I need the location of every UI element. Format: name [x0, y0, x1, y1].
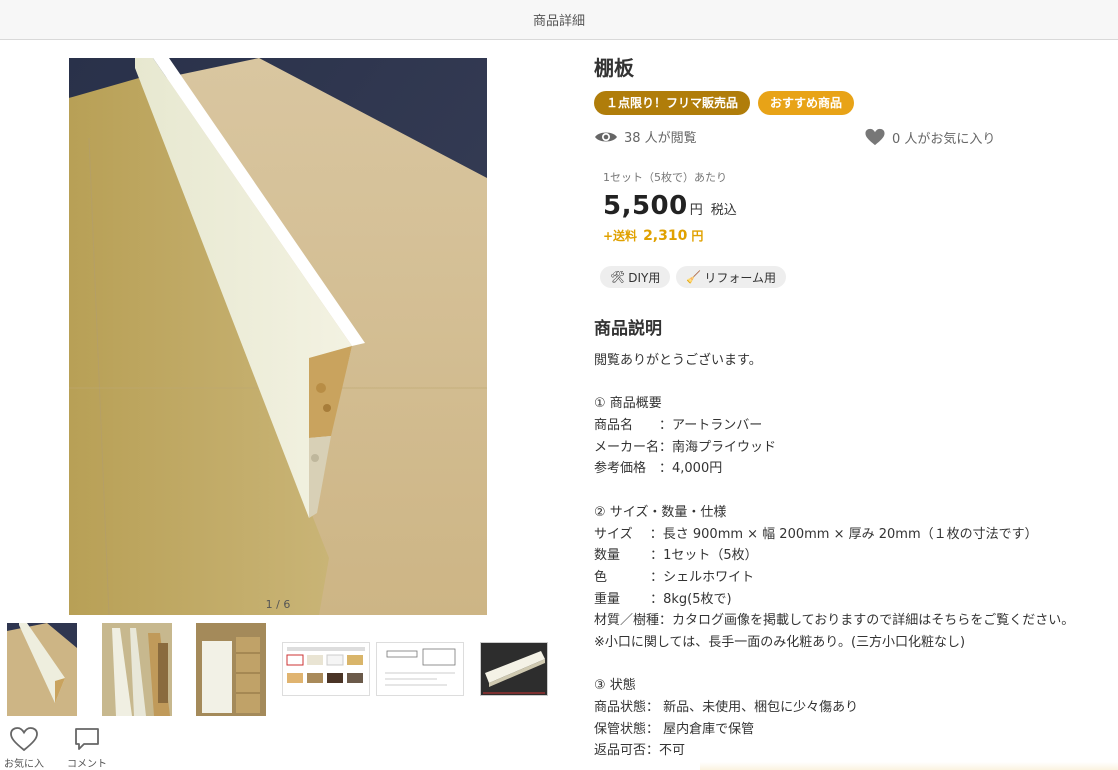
broom-icon: 🧹 [686, 270, 702, 284]
tag-diy[interactable]: 🛠 DIY用 [600, 266, 671, 288]
favorite-button[interactable]: お気に入り [0, 726, 48, 770]
description-line: 保管状態： 屋内倉庫で保管 [594, 721, 755, 737]
heart-icon [865, 128, 885, 146]
thumbnail-4[interactable] [282, 642, 370, 696]
description-heading: 商品説明 [594, 319, 662, 339]
description-line: ※小口に関しては、長手一面のみ化粧あり。(三方小口化粧なし) [594, 634, 966, 650]
thumbnail-strip [0, 620, 560, 720]
recommended-badge: おすすめ商品 [758, 91, 855, 115]
description-line: 材質／樹種：カタログ画像を掲載しておりますので詳細はそちらをご覧ください。 [594, 613, 1075, 629]
description-line: 返品可否：不可 [594, 743, 686, 759]
view-count: 38 人が閲覧 [594, 127, 697, 146]
description-line: ③ 状態 [594, 678, 636, 694]
description-line: 商品名 ：アートランバー [594, 418, 763, 434]
action-bar: お気に入り コメント [0, 722, 130, 770]
description-line: サイズ ：長さ 900mm × 幅 200mm × 厚み 20mm（１枚の寸法で… [594, 526, 1038, 542]
tag-reform-label: リフォーム用 [704, 270, 776, 285]
price-unit: 1セット（5枚で）あたり [603, 171, 727, 184]
description-line: メーカー名：南海プライウッド [594, 439, 777, 455]
shipping-label: +送料 [603, 229, 638, 243]
page-header-title: 商品詳細 [532, 14, 585, 29]
price-line: 5,500 円 税込 [603, 191, 1118, 221]
shipping-amount: 2,310 [643, 228, 688, 244]
description-line: 商品状態： 新品、未使用、梱包に少々傷あり [594, 700, 859, 715]
badge-group: １点限り！フリマ販売品 おすすめ商品 [594, 91, 1118, 115]
main-product-image[interactable]: 1 / 6 [69, 58, 487, 615]
thumbnail-1[interactable] [7, 623, 77, 716]
tax-label: 税込 [710, 203, 737, 218]
description-line [594, 654, 1118, 676]
shipping-currency: 円 [691, 229, 704, 243]
tag-reform[interactable]: 🧹 リフォーム用 [676, 266, 786, 288]
limited-badge: １点限り！フリマ販売品 [594, 91, 751, 115]
comment-icon [75, 728, 99, 750]
favorite-label: お気に入り [4, 759, 44, 770]
comment-label: コメント [67, 759, 107, 770]
thumbnail-5[interactable] [376, 642, 464, 696]
tag-diy-label: DIY用 [628, 270, 661, 285]
bottom-bar-edge [700, 762, 1118, 770]
description-line: 数量 ：1セット（5枚） [594, 548, 758, 564]
description-line [594, 480, 1118, 502]
description-line: 参考価格 ：4,000円 [594, 461, 723, 477]
stats-row: 38 人が閲覧 0 人がお気に入り [594, 127, 1118, 151]
price-currency: 円 [689, 203, 703, 218]
image-counter: 1 / 6 [265, 598, 291, 611]
product-title: 棚板 [594, 56, 634, 80]
price-box: 1セット（5枚で）あたり 5,500 円 税込 +送料 2,310 円 [594, 169, 1118, 244]
shipping-fee: +送料 2,310 円 [603, 227, 1118, 244]
top-bar: 商品詳細 [0, 0, 1118, 40]
description-line: ① 商品概要 [594, 396, 662, 412]
thumbnail-6[interactable] [480, 642, 548, 696]
eye-icon [595, 132, 617, 141]
description-line: 重量 ：8kg(5枚で) [594, 591, 732, 607]
comment-button[interactable]: コメント [64, 726, 110, 770]
description-line: 色 ：シェルホワイト [594, 569, 755, 585]
description-body: 閲覧ありがとうございます。 ① 商品概要商品名 ：アートランバー メーカー名：南海プ… [594, 350, 1118, 762]
thumbnail-3[interactable] [196, 623, 266, 716]
thumbnail-2[interactable] [102, 623, 172, 716]
tag-group: 🛠 DIY用 🧹 リフォーム用 [594, 266, 1118, 288]
favorite-count: 0 人がお気に入り [864, 127, 995, 147]
product-info: 棚板 １点限り！フリマ販売品 おすすめ商品 38 人が閲覧 0 人がお気に入り … [594, 50, 1118, 762]
favorite-count-text: 0 人がお気に入り [892, 131, 996, 147]
view-count-text: 38 人が閲覧 [624, 131, 697, 146]
description-line [594, 372, 1118, 394]
description-line: 閲覧ありがとうございます。 [594, 353, 762, 368]
tools-icon: 🛠 [610, 270, 626, 284]
heart-outline-icon [10, 727, 38, 752]
price-amount: 5,500 [603, 191, 688, 221]
description-line: ② サイズ・数量・仕様 [594, 504, 727, 520]
